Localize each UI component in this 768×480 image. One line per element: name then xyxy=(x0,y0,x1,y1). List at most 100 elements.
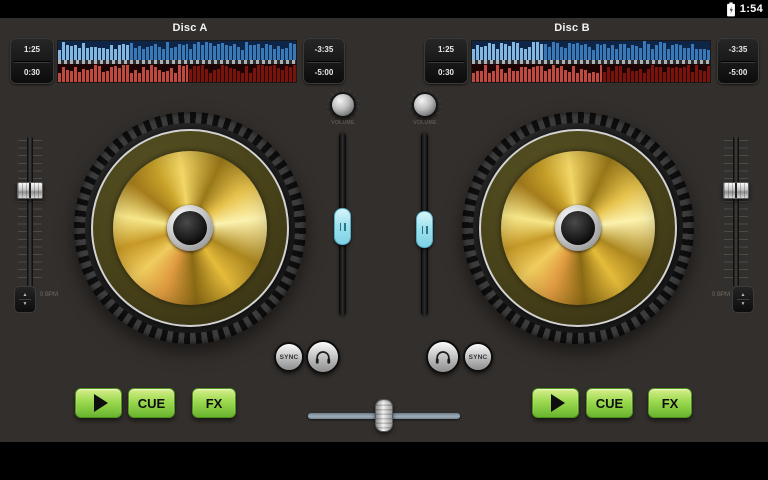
deck-a-fx-button[interactable]: FX xyxy=(192,388,236,418)
deck-b-jog-wheel[interactable] xyxy=(462,112,694,344)
deck-b-pitch-bend-button[interactable]: ▲ ▼ xyxy=(732,286,754,313)
deck-b-elapsed-bottom: 0:30 xyxy=(425,62,467,84)
deck-a-title: Disc A xyxy=(130,22,250,34)
deck-b-cue-button[interactable]: CUE xyxy=(586,388,633,418)
pitch-down-icon[interactable]: ▼ xyxy=(23,301,28,307)
deck-b-fx-button[interactable]: FX xyxy=(648,388,692,418)
deck-b-headphones-button[interactable] xyxy=(426,340,460,374)
deck-a-cue-button[interactable]: CUE xyxy=(128,388,175,418)
waveform-bar xyxy=(540,66,543,82)
waveform-bar xyxy=(631,71,634,82)
waveform-bar xyxy=(679,45,682,60)
deck-a-volume-label: VOLUME xyxy=(323,120,363,126)
waveform-bar xyxy=(241,73,244,82)
pitch-up-icon[interactable]: ▲ xyxy=(23,292,28,298)
waveform-bar xyxy=(261,48,264,60)
waveform-bar xyxy=(82,69,85,82)
waveform-bar xyxy=(580,69,583,82)
battery-charging-icon xyxy=(726,2,736,17)
pitch-tick-marks xyxy=(33,140,42,284)
deck-b-pitch-handle[interactable] xyxy=(723,182,749,199)
play-triangle-icon xyxy=(94,394,108,412)
waveform-bar xyxy=(257,44,260,60)
waveform-bar xyxy=(615,49,618,59)
waveform-bar xyxy=(568,43,571,59)
deck-a-pitch-bend-button[interactable]: ▲ ▼ xyxy=(14,286,36,313)
deck-a-pitch-track[interactable] xyxy=(27,136,33,288)
waveform-bar xyxy=(703,71,706,82)
waveform-bar xyxy=(528,69,531,82)
deck-b-sync-button[interactable]: SYNC xyxy=(463,342,493,372)
waveform-bar xyxy=(114,66,117,82)
deck-b-volume-fader-handle[interactable] xyxy=(416,211,433,248)
waveform-bar xyxy=(659,42,662,60)
deck-b-waveform[interactable] xyxy=(471,40,711,83)
waveform-bar xyxy=(480,71,483,82)
pitch-up-icon[interactable]: ▲ xyxy=(741,292,746,298)
waveform-bar xyxy=(209,43,212,60)
waveform-bar xyxy=(142,67,145,82)
deck-b-remaining-times: -3:35 -5:00 xyxy=(717,38,759,84)
deck-a-sync-button[interactable]: SYNC xyxy=(274,342,304,372)
waveform-bar xyxy=(189,69,192,82)
waveform-bar xyxy=(170,48,173,59)
waveform-bar xyxy=(293,65,296,82)
waveform-bar xyxy=(600,45,603,60)
waveform-bar xyxy=(237,71,240,82)
waveform-bar xyxy=(130,73,133,82)
waveform-bar xyxy=(281,49,284,60)
waveform-bar xyxy=(679,68,682,82)
waveform-bar xyxy=(584,70,587,82)
waveform-bar xyxy=(695,65,698,82)
waveform-bar xyxy=(94,47,97,59)
waveform-bar xyxy=(245,42,248,60)
waveform-bar xyxy=(249,73,252,82)
waveform-bar xyxy=(596,73,599,83)
waveform-bar xyxy=(265,66,268,82)
waveform-bar xyxy=(253,45,256,60)
waveform-bar xyxy=(552,65,555,82)
waveform-bar xyxy=(213,70,216,82)
waveform-bar xyxy=(285,48,288,59)
pitch-down-icon[interactable]: ▼ xyxy=(741,301,746,307)
waveform-bar xyxy=(556,43,559,60)
deck-a-play-button[interactable] xyxy=(75,388,122,418)
waveform-bar xyxy=(548,47,551,59)
deck-b-pitch-fader[interactable] xyxy=(712,136,760,288)
waveform-bar xyxy=(607,48,610,59)
deck-a-volume-fader-handle[interactable] xyxy=(334,208,351,245)
deck-a-elapsed-top: 1:25 xyxy=(11,39,53,61)
waveform-bar xyxy=(273,65,276,82)
deck-a-waveform[interactable] xyxy=(57,40,297,83)
waveform-top-band xyxy=(472,41,710,60)
waveform-bar xyxy=(707,66,710,82)
deck-a-jog-wheel[interactable] xyxy=(74,112,306,344)
waveform-bar xyxy=(154,44,157,60)
jog-hub-core xyxy=(173,211,207,245)
waveform-bar xyxy=(619,44,622,60)
waveform-bar xyxy=(663,43,666,60)
waveform-bar xyxy=(106,49,109,60)
deck-a-headphones-button[interactable] xyxy=(306,340,340,374)
deck-a-pitch-fader[interactable] xyxy=(6,136,54,288)
deck-a-volume-knob[interactable] xyxy=(330,92,356,118)
waveform-bar xyxy=(166,71,169,83)
waveform-bar xyxy=(564,70,567,82)
waveform-bar xyxy=(110,67,113,82)
waveform-bar xyxy=(536,66,539,82)
deck-b-play-button[interactable] xyxy=(532,388,579,418)
crossfader-handle[interactable] xyxy=(375,399,393,432)
waveform-bar xyxy=(683,48,686,60)
waveform-bar xyxy=(520,67,523,82)
waveform-bar xyxy=(500,43,503,60)
deck-a-pitch-handle[interactable] xyxy=(17,182,43,199)
divider xyxy=(737,299,749,300)
waveform-bar xyxy=(146,47,149,60)
waveform-bar xyxy=(78,72,81,82)
waveform-bar xyxy=(588,73,591,82)
waveform-bar xyxy=(472,49,475,59)
deck-b-pitch-track[interactable] xyxy=(733,136,739,288)
divider xyxy=(19,299,31,300)
waveform-bar xyxy=(209,73,212,82)
deck-b-volume-knob[interactable] xyxy=(412,92,438,118)
